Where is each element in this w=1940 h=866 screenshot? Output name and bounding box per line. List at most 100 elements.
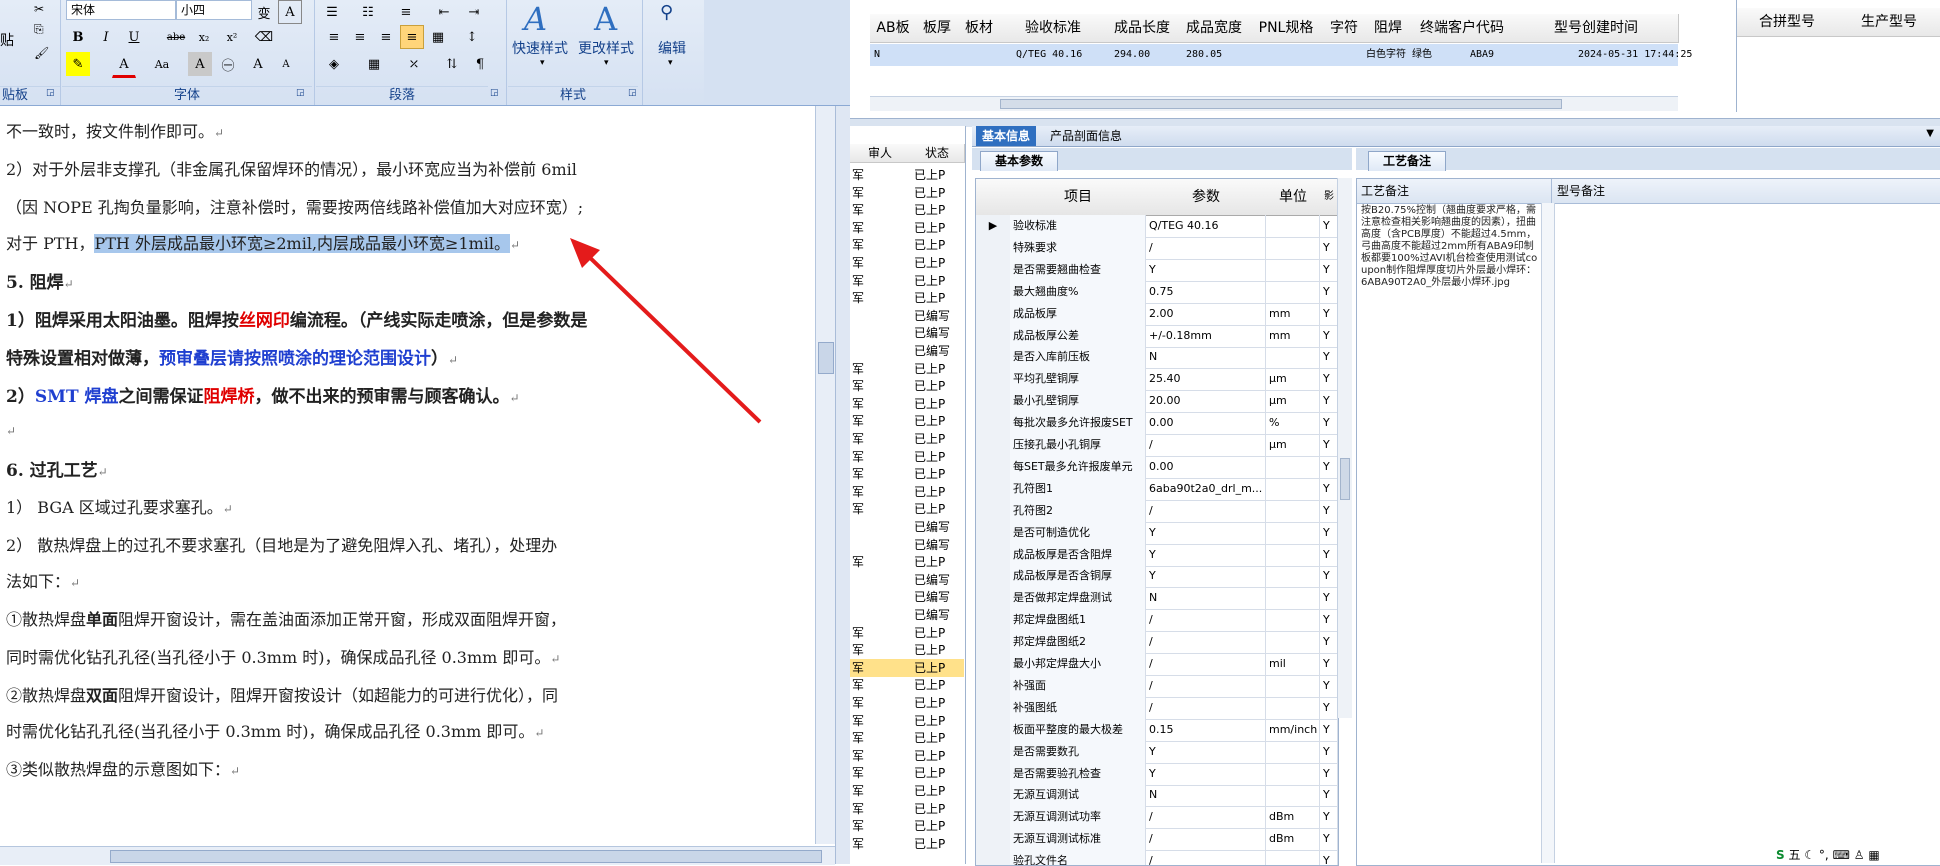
param-row[interactable]: 最大翘曲度% 0.75 Y (976, 280, 1338, 304)
status-list-row[interactable]: 军 已上P (850, 624, 964, 642)
col-reviewer[interactable]: 审人 (850, 144, 911, 163)
edit-label[interactable]: 编辑 (658, 38, 686, 58)
param-row[interactable]: 成品板厚是否含铜厚 Y Y (976, 565, 1338, 589)
status-list-row[interactable]: 军 已上P (850, 800, 964, 818)
param-value-cell[interactable]: / (1146, 653, 1266, 675)
param-row[interactable]: 成品板厚 2.00 mm Y (976, 302, 1338, 326)
grid-hscrollbar[interactable] (870, 96, 1678, 111)
row-indicator[interactable] (976, 587, 1011, 610)
change-case-icon[interactable]: 变 (252, 0, 276, 24)
status-list-row[interactable]: 已编写 (850, 342, 964, 360)
col-model-remark[interactable]: 型号备注 (1553, 179, 1605, 203)
param-row[interactable]: 特殊要求 / Y (976, 236, 1338, 260)
tab-basic-params[interactable]: 基本参数 (980, 151, 1059, 171)
row-indicator[interactable] (976, 784, 1011, 807)
change-styles-label[interactable]: 更改样式 (578, 38, 634, 58)
subscript-button[interactable]: x₂ (192, 25, 216, 49)
status-list-row[interactable]: 军 已上P (850, 360, 964, 378)
col-width[interactable]: 成品宽度 (1178, 14, 1251, 43)
font-name-combo[interactable]: 宋体 (66, 0, 176, 20)
param-value-cell[interactable]: 0.75 (1146, 280, 1266, 303)
param-value-cell[interactable]: 0.15 (1146, 718, 1266, 741)
col-pnl[interactable]: PNL规格 (1250, 14, 1323, 43)
change-styles-icon[interactable]: A (594, 0, 617, 38)
status-list-row[interactable]: 军 已上P (850, 712, 964, 730)
bold-button[interactable]: B (66, 25, 90, 49)
param-row[interactable]: 是否需要验孔检查 Y Y (976, 762, 1338, 786)
font-color-button[interactable]: A (112, 52, 136, 78)
justify-icon[interactable]: ≡ (400, 25, 424, 49)
status-list-row[interactable]: 军 已上P (850, 166, 964, 184)
grid-hscroll-thumb[interactable] (1000, 99, 1562, 109)
param-row[interactable]: 成品板厚是否含阻焊 Y Y (976, 543, 1338, 567)
status-list-row[interactable]: 军 已上P (850, 676, 964, 694)
row-indicator[interactable]: ▶ (976, 215, 1011, 237)
row-indicator[interactable] (976, 324, 1011, 347)
status-list-row[interactable]: 军 已上P (850, 641, 964, 659)
status-list-row[interactable]: 已编写 (850, 571, 964, 589)
param-row[interactable]: 孔符图2/ Y (976, 499, 1338, 523)
col-production-model[interactable]: 生产型号 (1837, 8, 1940, 37)
row-indicator[interactable] (976, 412, 1011, 435)
col-material[interactable]: 板材 (958, 14, 1001, 43)
status-list-row[interactable]: 已编写 (850, 307, 964, 325)
font-dialog-launcher-icon[interactable]: ◲ (296, 88, 305, 98)
col-created[interactable]: 型号创建时间 (1514, 14, 1679, 43)
status-list-row[interactable]: 军 已上P (850, 694, 964, 712)
copy-icon[interactable]: ⎘ (34, 22, 44, 37)
tab-profile-info[interactable]: 产品剖面信息 (1044, 126, 1128, 146)
row-indicator[interactable] (976, 236, 1011, 259)
status-list-row[interactable]: 军 已上P (850, 835, 964, 853)
grow-font-button[interactable]: A (246, 52, 270, 76)
status-list-row[interactable]: 军 已上P (850, 289, 964, 307)
param-value-cell[interactable]: Q/TEG 40.16 (1146, 215, 1266, 237)
param-value-cell[interactable]: +/-0.18mm (1146, 324, 1266, 347)
param-value-cell[interactable]: Y (1146, 258, 1266, 281)
param-row[interactable]: 补强图纸 / Y (976, 696, 1338, 720)
styles-dropdown-icon[interactable]: ▾ (540, 58, 545, 68)
shading-icon[interactable]: ◈ (322, 52, 346, 76)
row-indicator[interactable] (976, 477, 1011, 500)
multilevel-list-icon[interactable]: ≡ (394, 0, 418, 24)
row-indicator[interactable] (976, 302, 1011, 325)
row-indicator[interactable] (976, 346, 1011, 369)
row-indicator[interactable] (976, 674, 1011, 697)
param-value-cell[interactable]: Y (1146, 521, 1266, 544)
status-list-row[interactable]: 已编写 (850, 324, 964, 342)
splitter-strip[interactable] (835, 106, 850, 864)
param-value-cell[interactable]: 25.40 (1146, 368, 1266, 391)
param-value-cell[interactable]: / (1146, 499, 1266, 522)
status-list-row[interactable]: 军 已上P (850, 219, 964, 237)
asian-layout-icon[interactable]: ⤫ (402, 52, 426, 76)
row-indicator[interactable] (976, 762, 1011, 785)
status-list-row[interactable]: 军 已上P (850, 465, 964, 483)
param-row[interactable]: 每批次最多允许报废SET 0.00% Y (976, 412, 1338, 436)
paste-button[interactable]: 贴 (0, 30, 28, 50)
status-list-row[interactable]: 已编写 (850, 606, 964, 624)
status-list-row[interactable]: 已编写 (850, 588, 964, 606)
param-col-unit[interactable]: 单位 (1266, 179, 1321, 216)
italic-button[interactable]: I (94, 25, 118, 49)
highlight-icon[interactable]: ✎ (66, 52, 90, 76)
row-indicator[interactable] (976, 521, 1011, 544)
superscript-button[interactable]: x² (220, 25, 244, 49)
param-row[interactable]: 板面平整度的最大极差 0.15 mm/inch Y (976, 718, 1338, 742)
bullets-icon[interactable]: ☰ (320, 0, 344, 24)
find-binoculars-icon[interactable]: ⚲ (660, 2, 673, 23)
param-value-cell[interactable]: 0.00 (1146, 455, 1266, 478)
param-value-cell[interactable]: / (1146, 236, 1266, 259)
col-acceptance[interactable]: 验收标准 (1000, 14, 1107, 43)
sort-icon[interactable]: ⇅ (440, 52, 464, 76)
param-value-cell[interactable]: 2.00 (1146, 302, 1266, 325)
param-value-cell[interactable]: Y (1146, 740, 1266, 763)
row-indicator[interactable] (976, 740, 1011, 763)
document-horizontal-scrollbar[interactable] (0, 846, 835, 865)
keyboard-icon[interactable]: ⌨ (1833, 848, 1850, 862)
col-length[interactable]: 成品长度 (1106, 14, 1179, 43)
char-shading-button[interactable]: A (188, 52, 212, 76)
remark-scrollbar[interactable] (1541, 203, 1555, 863)
format-painter-icon[interactable]: 🖌 (34, 46, 49, 60)
param-value-cell[interactable]: 0.00 (1146, 412, 1266, 435)
increase-indent-icon[interactable]: ⇥ (462, 0, 486, 24)
shrink-font-button[interactable]: A (274, 52, 298, 76)
